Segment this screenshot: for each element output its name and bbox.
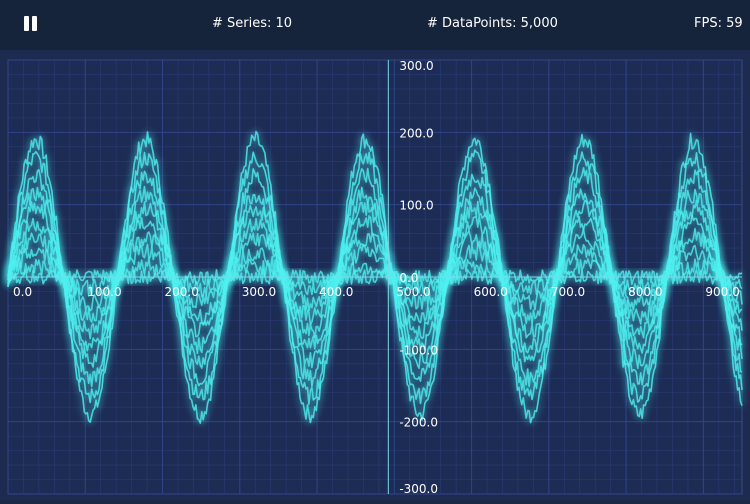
y-tick-label: -300.0: [399, 482, 438, 496]
datapoints-count-label: # DataPoints:: [427, 16, 517, 31]
x-tick-label: 800.0: [628, 285, 662, 299]
x-tick-label: 500.0: [396, 285, 430, 299]
fps-label: FPS:: [694, 16, 722, 31]
y-tick-label: 300.0: [399, 59, 433, 73]
chart-area[interactable]: 0.0 100.0 200.0 300.0 400.0 500.0 600.0 700.0 80…: [0, 50, 750, 500]
datapoints-count-value: 5,000: [520, 16, 558, 31]
x-tick-label: 100.0: [87, 285, 121, 299]
line-chart[interactable]: 0.0 100.0 200.0 300.0 400.0 500.0 600.0 700.0 80…: [0, 50, 750, 500]
x-tick-label: 400.0: [319, 285, 353, 299]
series-count-label: # Series:: [212, 16, 272, 31]
x-tick-label: 200.0: [165, 285, 199, 299]
x-tick-label: 600.0: [474, 285, 508, 299]
y-tick-label: -100.0: [399, 343, 438, 357]
series-count: # Series: 10: [212, 16, 292, 31]
fps-counter: FPS: 59: [694, 16, 743, 31]
x-tick-label: 700.0: [551, 285, 585, 299]
x-tick-label: 300.0: [242, 285, 276, 299]
y-tick-label: 200.0: [399, 126, 433, 140]
x-tick-label: 900.0: [705, 285, 739, 299]
pause-icon: [22, 14, 40, 34]
fps-value: 59: [726, 16, 743, 31]
series-count-value: 10: [275, 16, 293, 31]
x-tick-label: 0.0: [13, 285, 32, 299]
pause-button[interactable]: [22, 14, 40, 34]
toolbar: # Series: 10 # DataPoints: 5,000 FPS: 59: [0, 0, 750, 50]
y-tick-label: -200.0: [399, 416, 438, 430]
datapoints-count: # DataPoints: 5,000: [427, 16, 558, 31]
y-tick-label: 0.0: [399, 271, 418, 285]
y-tick-label: 100.0: [399, 199, 433, 213]
